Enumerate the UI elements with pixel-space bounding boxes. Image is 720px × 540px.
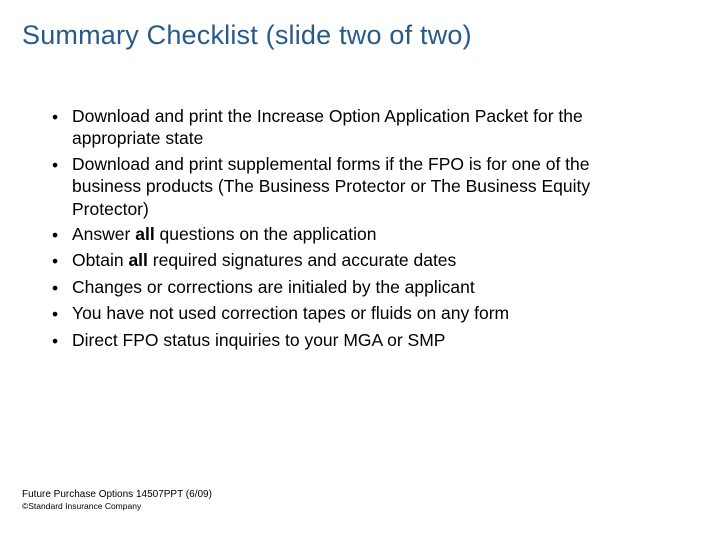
list-item: • Obtain all required signatures and acc… [52,249,660,272]
list-item-text: Download and print supplemental forms if… [72,153,660,220]
list-item: • Download and print supplemental forms … [52,153,660,220]
slide-title: Summary Checklist (slide two of two) [22,20,472,51]
list-item: • Direct FPO status inquiries to your MG… [52,329,660,352]
list-item-text: Direct FPO status inquiries to your MGA … [72,329,660,352]
footer-line-1: Future Purchase Options 14507PPT (6/09) [22,488,212,501]
bullet-icon: • [52,105,72,150]
bullet-icon: • [52,276,72,299]
bullet-icon: • [52,302,72,325]
footer-copyright: ©Standard Insurance Company [22,501,212,512]
list-item-text: Download and print the Increase Option A… [72,105,660,150]
slide: Summary Checklist (slide two of two) • D… [0,0,720,540]
bullet-icon: • [52,329,72,352]
list-item: • Download and print the Increase Option… [52,105,660,150]
bullet-icon: • [52,249,72,272]
slide-footer: Future Purchase Options 14507PPT (6/09) … [22,488,212,512]
list-item: • Changes or corrections are initialed b… [52,276,660,299]
list-item: • You have not used correction tapes or … [52,302,660,325]
list-item: • Answer all questions on the applicatio… [52,223,660,246]
bullet-icon: • [52,153,72,220]
list-item-text: You have not used correction tapes or fl… [72,302,660,325]
list-item-text: Answer all questions on the application [72,223,660,246]
list-item-text: Obtain all required signatures and accur… [72,249,660,272]
bullet-icon: • [52,223,72,246]
list-item-text: Changes or corrections are initialed by … [72,276,660,299]
bullet-list: • Download and print the Increase Option… [52,105,660,355]
